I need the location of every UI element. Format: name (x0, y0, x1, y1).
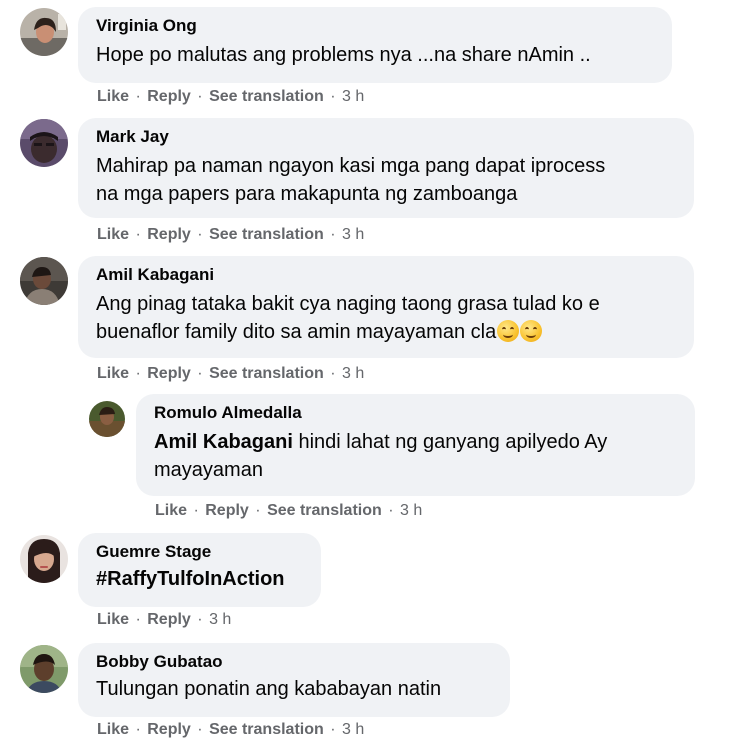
comment-actions: Like · Reply · See translation · 3 h (97, 87, 364, 107)
avatar[interactable] (20, 8, 68, 56)
reply-button[interactable]: Reply (147, 226, 191, 243)
like-button[interactable]: Like (97, 721, 129, 738)
comment-timestamp[interactable]: 3 h (342, 226, 364, 243)
separator: · (197, 88, 203, 105)
smiling-face-icon (520, 320, 543, 342)
hashtag-link[interactable]: #RaffyTulfoInAction (96, 565, 303, 593)
separator: · (197, 365, 203, 382)
separator: · (255, 502, 261, 519)
separator: · (135, 721, 141, 738)
comment-actions: Like · Reply · See translation · 3 h (97, 364, 364, 384)
separator: · (135, 365, 141, 382)
comment-bubble: Virginia Ong Hope po malutas ang problem… (78, 7, 672, 83)
separator: · (388, 502, 394, 519)
avatar[interactable] (20, 645, 68, 693)
comment-text-line: buenaflor family dito sa amin mayayaman … (96, 321, 497, 343)
see-translation-link[interactable]: See translation (209, 721, 324, 738)
comment-author[interactable]: Guemre Stage (96, 541, 303, 563)
like-button[interactable]: Like (97, 365, 129, 382)
separator: · (330, 365, 336, 382)
comment-text: Hope po malutas ang problems nya ...na s… (96, 44, 591, 66)
reply-button[interactable]: Reply (147, 611, 191, 628)
comment-author[interactable]: Bobby Gubatao (96, 651, 492, 673)
avatar[interactable] (89, 401, 125, 437)
avatar[interactable] (20, 535, 68, 583)
comment-bubble: Amil Kabagani Ang pinag tataka bakit cya… (78, 256, 694, 358)
comment-actions: Like · Reply · 3 h (97, 610, 231, 630)
comment-author[interactable]: Virginia Ong (96, 15, 654, 37)
comment-text: Ang pinag tataka bakit cya naging taong … (96, 290, 676, 346)
like-button[interactable]: Like (97, 88, 129, 105)
comment-actions: Like · Reply · See translation · 3 h (155, 501, 422, 521)
mention-link[interactable]: Amil Kabagani (154, 431, 293, 453)
comment-text: Amil Kabagani hindi lahat ng ganyang api… (154, 428, 677, 484)
comment-bubble: Guemre Stage #RaffyTulfoInAction (78, 533, 321, 607)
see-translation-link[interactable]: See translation (267, 502, 382, 519)
like-button[interactable]: Like (97, 226, 129, 243)
comment-bubble: Mark Jay Mahirap pa naman ngayon kasi mg… (78, 118, 694, 218)
comment-text-line: Ang pinag tataka bakit cya naging taong … (96, 293, 600, 315)
see-translation-link[interactable]: See translation (209, 226, 324, 243)
comment-timestamp[interactable]: 3 h (342, 365, 364, 382)
comment-author[interactable]: Amil Kabagani (96, 264, 676, 286)
comment-author[interactable]: Mark Jay (96, 126, 676, 148)
comment-actions: Like · Reply · See translation · 3 h (97, 225, 364, 245)
comment-bubble: Bobby Gubatao Tulungan ponatin ang kabab… (78, 643, 510, 717)
like-button[interactable]: Like (97, 611, 129, 628)
separator: · (193, 502, 199, 519)
comment-text: Tulungan ponatin ang kababayan natin (96, 678, 442, 700)
smiling-face-icon (497, 320, 520, 342)
see-translation-link[interactable]: See translation (209, 88, 324, 105)
reply-button[interactable]: Reply (205, 502, 249, 519)
avatar[interactable] (20, 119, 68, 167)
comment-text: Mahirap pa naman ngayon kasi mga pang da… (96, 155, 606, 205)
separator: · (197, 721, 203, 738)
comment-timestamp[interactable]: 3 h (209, 611, 231, 628)
comment-timestamp[interactable]: 3 h (400, 502, 422, 519)
comment-timestamp[interactable]: 3 h (342, 88, 364, 105)
separator: · (135, 611, 141, 628)
comment-author[interactable]: Romulo Almedalla (154, 402, 677, 424)
separator: · (135, 226, 141, 243)
separator: · (330, 226, 336, 243)
separator: · (330, 88, 336, 105)
reply-bubble: Romulo Almedalla Amil Kabagani hindi lah… (136, 394, 695, 496)
separator: · (330, 721, 336, 738)
separator: · (135, 88, 141, 105)
see-translation-link[interactable]: See translation (209, 365, 324, 382)
avatar[interactable] (20, 257, 68, 305)
separator: · (197, 611, 203, 628)
separator: · (197, 226, 203, 243)
like-button[interactable]: Like (155, 502, 187, 519)
comment-actions: Like · Reply · See translation · 3 h (97, 720, 364, 740)
reply-button[interactable]: Reply (147, 88, 191, 105)
comment-timestamp[interactable]: 3 h (342, 721, 364, 738)
reply-button[interactable]: Reply (147, 365, 191, 382)
reply-button[interactable]: Reply (147, 721, 191, 738)
